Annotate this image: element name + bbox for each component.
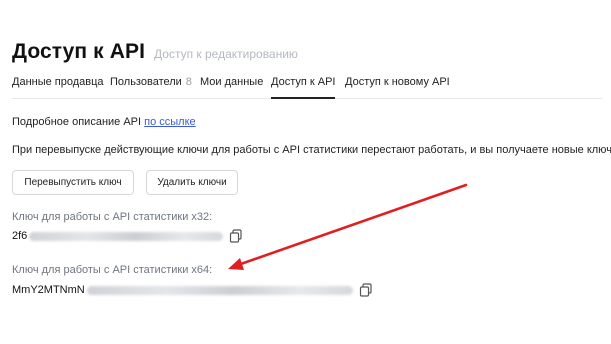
key-x64-masked <box>86 285 353 295</box>
tab-api-access[interactable]: Доступ к API <box>271 76 336 99</box>
key-x64-label: Ключ для работы с API статистики x64: <box>12 264 213 276</box>
copy-icon[interactable] <box>359 283 373 297</box>
key-x64-value: MmY2MTNmN <box>12 284 85 296</box>
tab-new-api-access[interactable]: Доступ к новому API <box>345 76 450 98</box>
tab-label: Доступ к API <box>271 76 336 88</box>
key-x32-masked <box>29 231 224 241</box>
copy-icon[interactable] <box>229 229 243 243</box>
tab-label: Данные продавца <box>12 76 104 88</box>
page-title: Доступ к API <box>12 40 146 63</box>
delete-keys-button[interactable]: Удалить ключи <box>146 170 238 195</box>
tab-label: Пользователи <box>110 76 182 88</box>
tab-label: Доступ к новому API <box>345 76 450 88</box>
key-x32-label: Ключ для работы с API статистики x32: <box>12 211 213 223</box>
api-access-page: Доступ к API Доступ к редактированию Дан… <box>0 0 611 344</box>
tab-bar: Данные продавца Пользователи 8 Мои данные… <box>12 72 602 99</box>
reissue-key-button[interactable]: Перевыпустить ключ <box>12 170 134 195</box>
tab-my-data[interactable]: Мои данные <box>200 76 263 98</box>
tab-label: Мои данные <box>200 76 264 88</box>
key-x32-value: 2f6 <box>12 230 28 242</box>
key-x32-row: 2f6 <box>12 229 243 243</box>
page-header: Доступ к API Доступ к редактированию <box>12 40 298 64</box>
page-subtitle: Доступ к редактированию <box>154 47 298 61</box>
reissue-notice: При перевыпуске действующие ключи для ра… <box>12 144 611 156</box>
key-x64-row: MmY2MTNmN <box>12 283 373 297</box>
tab-users[interactable]: Пользователи 8 <box>110 76 192 98</box>
api-description-text: Подробное описание API <box>12 116 142 128</box>
api-description-link[interactable]: по ссылке <box>144 116 196 128</box>
api-description: Подробное описание API по ссылке <box>12 116 196 128</box>
tab-count: 8 <box>185 76 192 88</box>
tab-seller-data[interactable]: Данные продавца <box>12 76 104 98</box>
